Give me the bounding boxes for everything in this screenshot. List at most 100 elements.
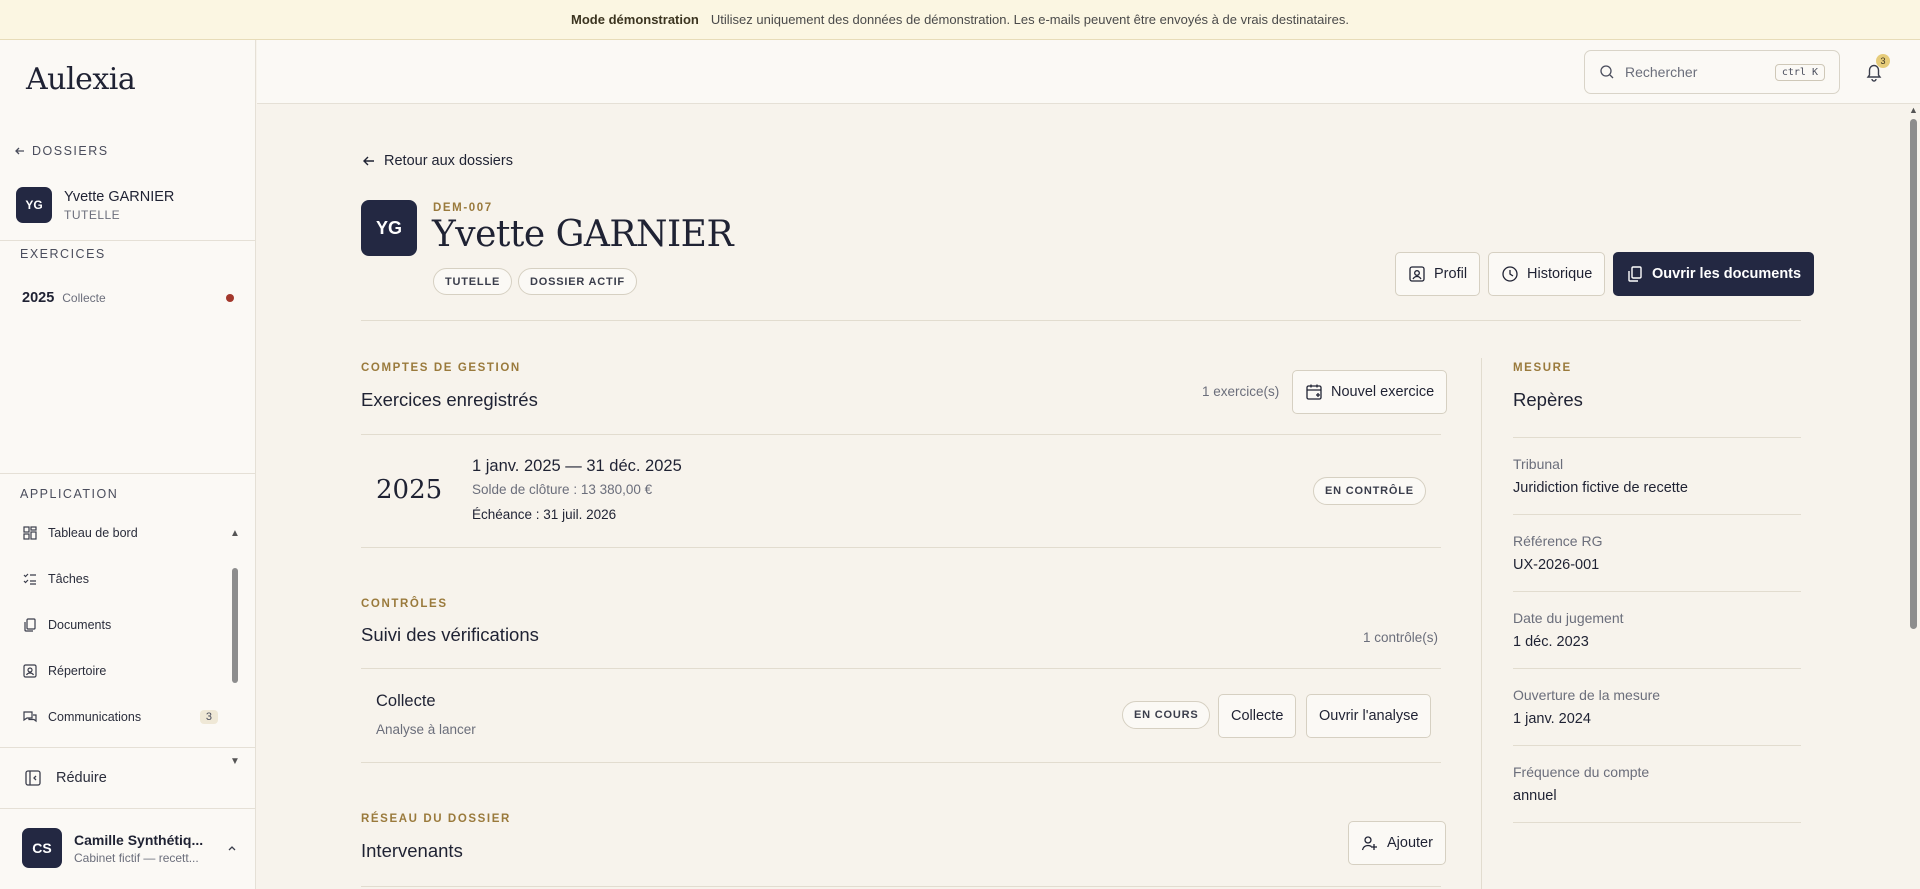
add-user-icon bbox=[1361, 836, 1377, 851]
demo-mode-label: Mode démonstration bbox=[571, 12, 699, 27]
dashboard-icon bbox=[23, 526, 37, 540]
chat-icon bbox=[23, 711, 37, 723]
panel-divider bbox=[1513, 437, 1801, 438]
reseau-eyebrow: RÉSEAU DU DOSSIER bbox=[361, 813, 511, 825]
search-icon bbox=[1600, 65, 1614, 79]
documents-icon bbox=[1628, 266, 1642, 282]
tag-tutelle: TUTELLE bbox=[433, 268, 513, 295]
sidebar-item-taches[interactable]: Tâches bbox=[22, 571, 218, 587]
back-to-dossiers-button[interactable]: Retour aux dossiers bbox=[362, 153, 513, 169]
sidebar-item-communications[interactable]: Communications 3 bbox=[22, 709, 218, 725]
reduce-sidebar-button[interactable]: Réduire bbox=[24, 769, 107, 787]
collecte-button[interactable]: Collecte bbox=[1218, 694, 1297, 738]
collapse-sidebar-icon bbox=[25, 770, 41, 786]
chevron-up-icon bbox=[228, 846, 236, 851]
profile-button[interactable]: Profil bbox=[1395, 252, 1481, 296]
panel-divider bbox=[1513, 745, 1801, 746]
arrow-left-icon bbox=[15, 147, 24, 155]
sidebar-nav-scrollbar[interactable]: ▲ ▼ bbox=[230, 518, 240, 768]
contacts-icon bbox=[23, 664, 37, 678]
scroll-down-icon[interactable]: ▼ bbox=[230, 756, 240, 767]
section-divider bbox=[361, 886, 1441, 887]
header-divider bbox=[361, 320, 1801, 321]
reduce-label: Réduire bbox=[56, 770, 107, 786]
sidebar-exercice-2025[interactable]: 2025 Collecte bbox=[22, 290, 234, 306]
comptes-title: Exercices enregistrés bbox=[361, 389, 538, 410]
frequence-compte-value: annuel bbox=[1513, 788, 1557, 804]
user-avatar: CS bbox=[22, 828, 62, 868]
search-input[interactable]: Rechercher ctrl K bbox=[1584, 50, 1840, 94]
tag-dossier-actif: DOSSIER ACTIF bbox=[518, 268, 637, 295]
controle-name: Collecte bbox=[376, 692, 436, 710]
exercice-period: 1 janv. 2025 — 31 déc. 2025 bbox=[472, 457, 682, 475]
sidebar-item-documents[interactable]: Documents bbox=[22, 617, 218, 633]
exercice-row-year: 2025 bbox=[376, 475, 443, 505]
main-scrollbar[interactable]: ▲ bbox=[1906, 105, 1920, 889]
sidebar-item-label: Documents bbox=[48, 618, 112, 632]
open-analysis-label: Ouvrir l'analyse bbox=[1319, 708, 1419, 724]
open-documents-label: Ouvrir les documents bbox=[1652, 266, 1802, 282]
panel-divider bbox=[1513, 514, 1801, 515]
sidebar-divider bbox=[0, 808, 256, 809]
scroll-up-icon[interactable]: ▲ bbox=[1909, 105, 1918, 115]
exercice-year: 2025 bbox=[22, 290, 55, 306]
controles-eyebrow: CONTRÔLES bbox=[361, 598, 448, 610]
exercice-status: Collecte bbox=[62, 291, 106, 305]
sidebar-item-repertoire[interactable]: Répertoire bbox=[22, 663, 218, 679]
controle-row[interactable]: Collecte Analyse à lancer EN COURS Colle… bbox=[361, 669, 1441, 762]
scroll-up-icon[interactable]: ▲ bbox=[230, 528, 240, 539]
sidebar-item-tableau-de-bord[interactable]: Tableau de bord bbox=[22, 525, 218, 541]
add-intervenant-label: Ajouter bbox=[1387, 835, 1433, 851]
exercice-balance: Solde de clôture : 13 380,00 € bbox=[472, 482, 653, 497]
frequence-compte-label: Fréquence du compte bbox=[1513, 764, 1650, 780]
client-type: TUTELLE bbox=[64, 207, 121, 222]
sidebar-divider bbox=[0, 747, 256, 748]
exercice-row[interactable]: 2025 1 janv. 2025 — 31 déc. 2025 Solde d… bbox=[361, 435, 1441, 547]
back-link-label: Retour aux dossiers bbox=[384, 153, 513, 169]
controles-title: Suivi des vérifications bbox=[361, 624, 539, 645]
mesure-eyebrow: MESURE bbox=[1513, 362, 1572, 374]
mesure-title: Repères bbox=[1513, 389, 1583, 410]
reference-rg-value: UX-2026-001 bbox=[1513, 557, 1600, 573]
client-avatar: YG bbox=[16, 187, 52, 223]
sidebar-client[interactable]: YG Yvette GARNIER TUTELLE bbox=[16, 187, 174, 223]
sidebar-scroll-thumb[interactable] bbox=[232, 568, 238, 683]
controle-sub: Analyse à lancer bbox=[376, 722, 476, 737]
client-avatar-large: YG bbox=[361, 200, 417, 256]
controle-count: 1 contrôle(s) bbox=[1363, 630, 1439, 645]
add-intervenant-button[interactable]: Ajouter bbox=[1348, 821, 1446, 865]
open-analysis-button[interactable]: Ouvrir l'analyse bbox=[1306, 694, 1432, 738]
open-documents-button[interactable]: Ouvrir les documents bbox=[1613, 252, 1815, 296]
new-exercice-button[interactable]: Nouvel exercice bbox=[1292, 370, 1448, 414]
user-name: Camille Synthétiq... bbox=[74, 831, 204, 848]
collecte-label: Collecte bbox=[1231, 708, 1284, 724]
notification-badge: 3 bbox=[1876, 54, 1890, 68]
client-name: Yvette GARNIER bbox=[64, 188, 175, 205]
sidebar-divider bbox=[0, 240, 256, 241]
app-logo[interactable]: Aulexia bbox=[26, 62, 136, 97]
calendar-plus-icon bbox=[1306, 384, 1322, 400]
tasks-icon bbox=[23, 573, 36, 585]
column-divider bbox=[1481, 358, 1482, 889]
user-menu[interactable]: CS Camille Synthétiq... Cabinet fictif —… bbox=[22, 828, 238, 868]
comptes-eyebrow: COMPTES DE GESTION bbox=[361, 362, 521, 374]
profile-label: Profil bbox=[1434, 266, 1468, 282]
user-organization: Cabinet fictif — recett... bbox=[74, 850, 199, 865]
exercices-section-label: EXERCICES bbox=[20, 247, 106, 261]
ouverture-mesure-value: 1 janv. 2024 bbox=[1513, 711, 1591, 727]
sidebar-item-label: Communications bbox=[48, 710, 142, 724]
history-label: Historique bbox=[1527, 266, 1593, 282]
back-to-dossiers-link[interactable]: DOSSIERS bbox=[14, 144, 109, 158]
date-jugement-value: 1 déc. 2023 bbox=[1513, 634, 1589, 650]
history-button[interactable]: Historique bbox=[1488, 252, 1606, 296]
panel-divider bbox=[1513, 668, 1801, 669]
profile-icon bbox=[1409, 266, 1425, 282]
sidebar-item-label: Répertoire bbox=[48, 664, 107, 678]
main-scroll-thumb[interactable] bbox=[1910, 119, 1917, 629]
demo-banner: Mode démonstration Utilisez uniquement d… bbox=[0, 0, 1920, 40]
arrow-left-icon bbox=[363, 156, 374, 166]
status-badge: EN CONTRÔLE bbox=[1313, 477, 1426, 505]
tribunal-value: Juridiction fictive de recette bbox=[1513, 480, 1688, 496]
panel-divider bbox=[1513, 591, 1801, 592]
reseau-title: Intervenants bbox=[361, 840, 463, 861]
